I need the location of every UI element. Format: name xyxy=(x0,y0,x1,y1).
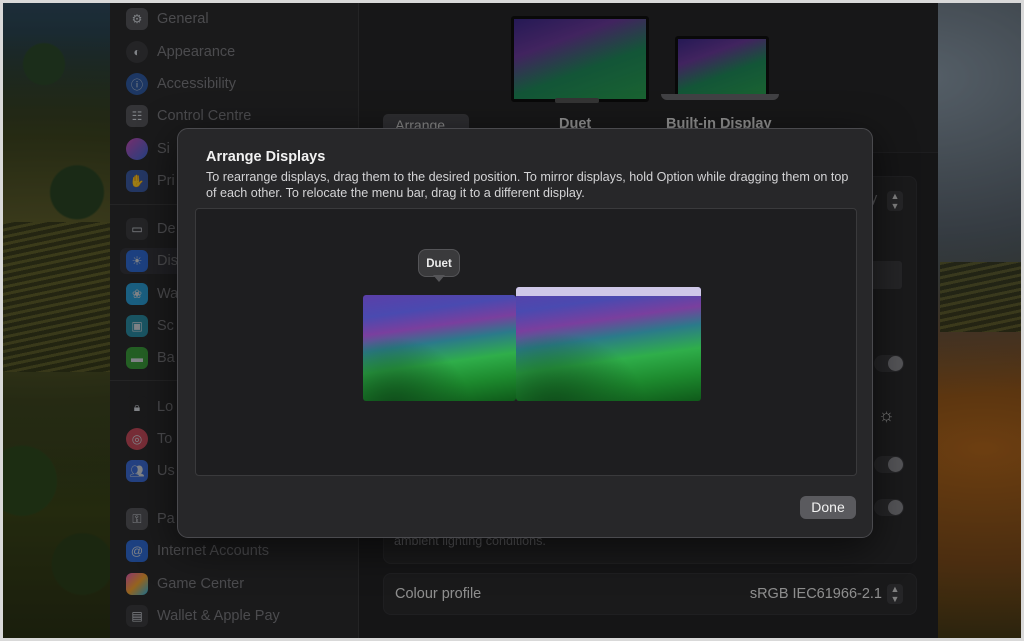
arrange-displays-sheet: Arrange Displays To rearrange displays, … xyxy=(177,128,873,538)
display-name-tooltip: Duet xyxy=(418,249,460,277)
duet-display[interactable] xyxy=(363,295,516,401)
tooltip-arrow xyxy=(433,275,445,282)
display-arrangement-area: Duet xyxy=(195,208,857,476)
builtin-display[interactable] xyxy=(516,287,701,401)
sheet-title: Arrange Displays xyxy=(206,149,326,165)
done-button[interactable]: Done xyxy=(800,496,856,519)
sheet-description: To rearrange displays, drag them to the … xyxy=(206,170,849,200)
menu-bar-indicator[interactable] xyxy=(516,287,701,296)
